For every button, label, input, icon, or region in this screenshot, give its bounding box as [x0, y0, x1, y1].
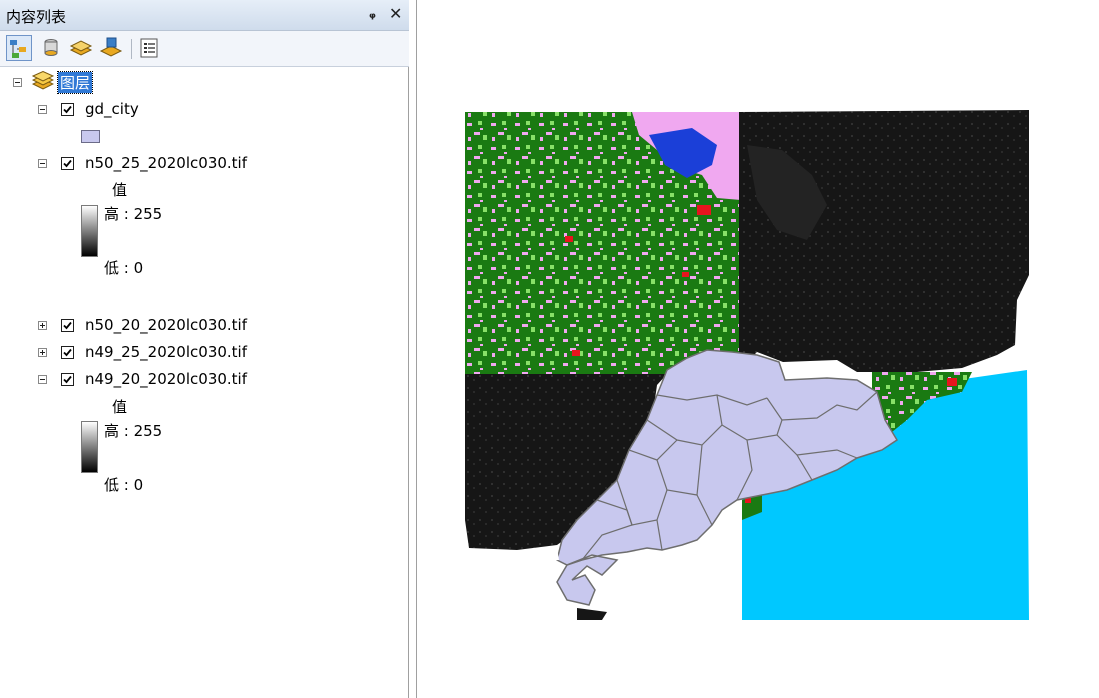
layer-name-n50-20[interactable]: n50_20_2020lc030.tif — [85, 316, 247, 334]
collapse-root-toggle[interactable] — [13, 78, 22, 87]
map-canvas[interactable] — [417, 0, 1099, 698]
legend-heading: 值 — [112, 398, 128, 416]
raster-tile-nw — [465, 112, 741, 374]
legend-low-value: 低 : 0 — [104, 476, 144, 494]
expand-n49-25-toggle[interactable] — [38, 348, 47, 357]
toc-toolbar — [0, 31, 409, 67]
layer-tree: 图层 gd_city n50_25_2020lc030.tif 值 高 : 25… — [0, 67, 407, 698]
legend-heading: 值 — [112, 181, 128, 199]
pin-icon[interactable]: ᵩ — [369, 6, 376, 22]
grayscale-ramp[interactable] — [81, 205, 98, 257]
table-of-contents-panel: 内容列表 ᵩ ✕ 图层 gd_city n50_25_2020lc030.tif… — [0, 0, 409, 698]
grayscale-ramp[interactable] — [81, 421, 98, 473]
raster-edge-fragment — [577, 608, 607, 620]
raster-tile-ne — [739, 110, 1029, 372]
gd-city-visibility-checkbox[interactable] — [61, 103, 74, 116]
layer-name-gd-city[interactable]: gd_city — [85, 100, 139, 118]
collapse-n50-25-toggle[interactable] — [38, 159, 47, 168]
options-icon[interactable] — [136, 35, 162, 61]
selection-icon[interactable] — [98, 35, 124, 61]
layers-root-label[interactable]: 图层 — [56, 71, 94, 94]
layer-name-n50-25[interactable]: n50_25_2020lc030.tif — [85, 154, 247, 172]
n50-20-visibility-checkbox[interactable] — [61, 319, 74, 332]
source-icon[interactable] — [38, 35, 64, 61]
legend-high-value: 高 : 255 — [104, 205, 163, 223]
panel-title: 内容列表 — [6, 8, 67, 26]
visibility-icon[interactable] — [68, 35, 94, 61]
legend-low-value: 低 : 0 — [104, 259, 144, 277]
map-view[interactable] — [416, 0, 1099, 698]
n49-20-visibility-checkbox[interactable] — [61, 373, 74, 386]
layer-name-n49-25[interactable]: n49_25_2020lc030.tif — [85, 343, 247, 361]
collapse-gd-city-toggle[interactable] — [38, 105, 47, 114]
expand-n50-20-toggle[interactable] — [38, 321, 47, 330]
legend-high-value: 高 : 255 — [104, 422, 163, 440]
raster-nodata-edge — [465, 548, 559, 562]
layer-name-n49-20[interactable]: n49_20_2020lc030.tif — [85, 370, 247, 388]
polygon-symbol-swatch[interactable] — [81, 130, 100, 143]
close-icon[interactable]: ✕ — [389, 4, 402, 23]
toolbar-separator — [131, 39, 132, 59]
collapse-n49-20-toggle[interactable] — [38, 375, 47, 384]
panel-title-bar: 内容列表 ᵩ ✕ — [0, 0, 409, 31]
n50-25-visibility-checkbox[interactable] — [61, 157, 74, 170]
n49-25-visibility-checkbox[interactable] — [61, 346, 74, 359]
layers-icon — [31, 70, 55, 91]
drawing-order-icon[interactable] — [6, 35, 32, 61]
